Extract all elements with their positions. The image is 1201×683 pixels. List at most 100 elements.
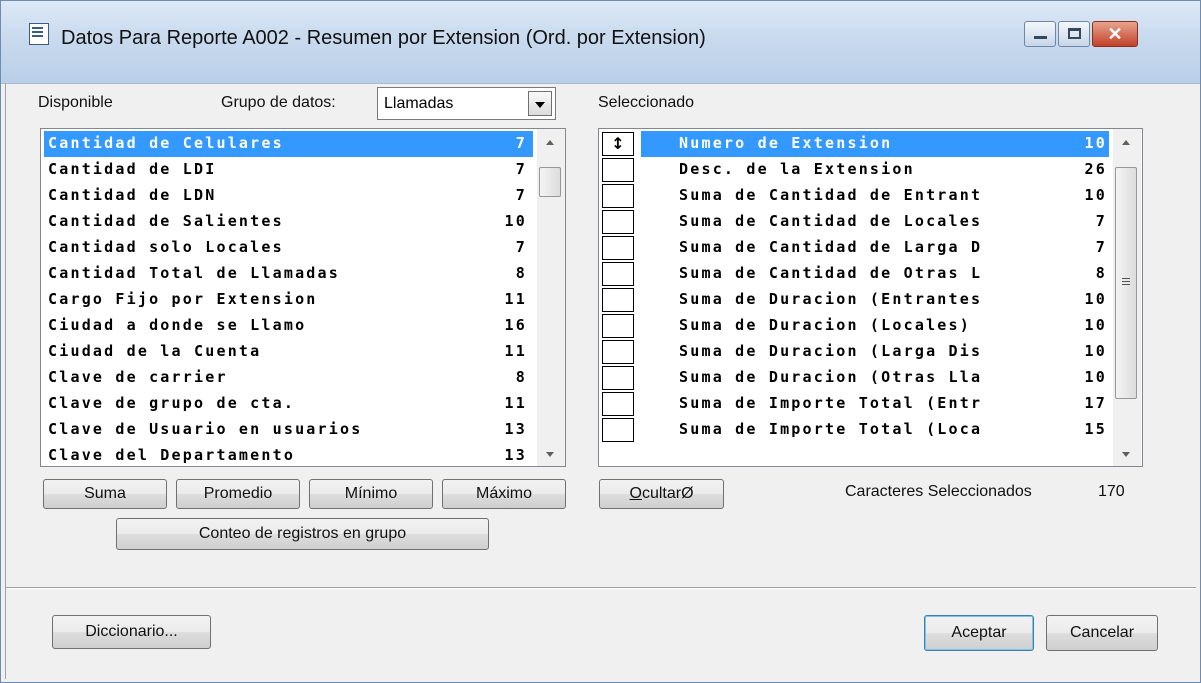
list-item[interactable]: Suma de Importe Total (Loca 15	[641, 417, 1109, 443]
scroll-thumb[interactable]	[1115, 167, 1137, 399]
field-size: 7	[1095, 238, 1107, 256]
list-item[interactable]: Suma de Cantidad de Larga D 7	[641, 235, 1109, 261]
field-name: Cantidad solo Locales	[48, 238, 284, 256]
list-item[interactable]: Desc. de la Extension 26	[641, 157, 1109, 183]
field-name: Numero de Extension	[679, 134, 893, 152]
field-name: Suma de Cantidad de Entrant	[679, 186, 983, 204]
field-name: Cantidad Total de Llamadas	[48, 264, 340, 282]
list-item[interactable]: Cantidad de Salientes 10	[44, 209, 533, 235]
list-item[interactable]: Numero de Extension 10	[641, 131, 1109, 157]
field-size: 7	[515, 238, 527, 256]
field-name: Suma de Duracion (Otras Lla	[679, 368, 983, 386]
scroll-down-icon[interactable]	[1113, 444, 1141, 464]
field-checkbox[interactable]	[602, 392, 634, 416]
scroll-up-icon[interactable]	[537, 131, 565, 151]
accept-button[interactable]: Aceptar	[924, 615, 1034, 651]
list-item[interactable]: Suma de Duracion (Otras Lla 10	[641, 365, 1109, 391]
field-size: 13	[504, 446, 527, 464]
field-name: Cantidad de Salientes	[48, 212, 284, 230]
field-name: Suma de Duracion (Locales)	[679, 316, 971, 334]
data-group-select[interactable]: Llamadas	[377, 87, 556, 120]
list-item[interactable]: Cantidad de LDN 7	[44, 183, 533, 209]
field-name: Suma de Duracion (Entrantes	[679, 290, 983, 308]
field-checkbox[interactable]	[602, 184, 634, 208]
scroll-thumb[interactable]	[539, 167, 561, 197]
hide-button[interactable]: OcultarØ	[599, 479, 724, 509]
field-name: Suma de Importe Total (Loca	[679, 420, 983, 438]
selected-label: Seleccionado	[598, 94, 695, 111]
field-name: Suma de Cantidad de Locales	[679, 212, 983, 230]
list-item[interactable]: Clave de carrier 8	[44, 365, 533, 391]
field-size: 8	[515, 264, 527, 282]
report-icon	[29, 23, 49, 45]
list-item[interactable]: Suma de Duracion (Entrantes 10	[641, 287, 1109, 313]
list-item[interactable]: Ciudad a donde se Llamo 16	[44, 313, 533, 339]
field-checkbox[interactable]	[602, 288, 634, 312]
field-size: 13	[504, 420, 527, 438]
frame-edge	[5, 83, 6, 679]
field-name: Cantidad de LDN	[48, 186, 217, 204]
field-name: Suma de Duracion (Larga Dis	[679, 342, 983, 360]
list-item[interactable]: Clave del Departamento 13	[44, 443, 533, 466]
field-size: 7	[515, 160, 527, 178]
count-records-button[interactable]: Conteo de registros en grupo	[116, 518, 489, 550]
selected-scrollbar[interactable]	[1113, 129, 1141, 466]
field-size: 10	[1084, 342, 1107, 360]
list-item[interactable]: Cargo Fijo por Extension 11	[44, 287, 533, 313]
maximize-button[interactable]	[1058, 21, 1090, 47]
dialog-window: Datos Para Reporte A002 - Resumen por Ex…	[0, 0, 1201, 683]
list-item[interactable]: Clave de Usuario en usuarios 13	[44, 417, 533, 443]
data-group-label: Grupo de datos:	[221, 94, 336, 111]
available-fields-list[interactable]: Cantidad de Celulares 7 Cantidad de LDI 7 Ca…	[40, 128, 566, 467]
scroll-up-icon[interactable]	[1113, 131, 1141, 151]
list-item[interactable]: Clave de grupo de cta. 11	[44, 391, 533, 417]
list-item[interactable]: Suma de Importe Total (Entr 17	[641, 391, 1109, 417]
average-button[interactable]: Promedio	[176, 479, 300, 509]
sort-order-icon[interactable]: ↕	[602, 132, 634, 156]
close-icon: ✕	[1107, 24, 1123, 44]
list-item[interactable]: Cantidad Total de Llamadas 8	[44, 261, 533, 287]
field-checkbox[interactable]	[602, 366, 634, 390]
chevron-down-icon[interactable]	[528, 91, 552, 116]
field-size: 11	[504, 342, 527, 360]
list-item[interactable]: Cantidad de LDI 7	[44, 157, 533, 183]
list-item[interactable]: Suma de Cantidad de Locales 7	[641, 209, 1109, 235]
field-checkbox[interactable]	[602, 340, 634, 364]
footer-separator	[6, 587, 1196, 589]
field-checkbox[interactable]	[602, 262, 634, 286]
selected-chars-label: Caracteres Seleccionados	[845, 483, 1032, 500]
cancel-button[interactable]: Cancelar	[1046, 615, 1158, 651]
field-name: Ciudad de la Cuenta	[48, 342, 262, 360]
list-item[interactable]: Ciudad de la Cuenta 11	[44, 339, 533, 365]
close-button[interactable]: ✕	[1092, 21, 1138, 47]
dictionary-button[interactable]: Diccionario...	[52, 615, 211, 649]
minimum-button[interactable]: Mínimo	[309, 479, 433, 509]
maximum-button[interactable]: Máximo	[442, 479, 566, 509]
list-item[interactable]: Suma de Duracion (Locales) 10	[641, 313, 1109, 339]
field-checkbox[interactable]	[602, 210, 634, 234]
title-bar[interactable]: Datos Para Reporte A002 - Resumen por Ex…	[1, 1, 1200, 84]
list-item[interactable]: Suma de Cantidad de Entrant 10	[641, 183, 1109, 209]
list-item[interactable]: Suma de Duracion (Larga Dis 10	[641, 339, 1109, 365]
list-item[interactable]: Cantidad solo Locales 7	[44, 235, 533, 261]
scroll-down-icon[interactable]	[537, 444, 565, 464]
available-scrollbar[interactable]	[537, 129, 565, 466]
field-size: 10	[1084, 186, 1107, 204]
field-size: 10	[1084, 316, 1107, 334]
field-checkbox[interactable]	[602, 418, 634, 442]
field-checkbox[interactable]	[602, 314, 634, 338]
window-title: Datos Para Reporte A002 - Resumen por Ex…	[61, 27, 706, 49]
field-checkbox[interactable]	[602, 236, 634, 260]
sum-button[interactable]: Suma	[43, 479, 167, 509]
field-name: Suma de Cantidad de Otras L	[679, 264, 983, 282]
field-size: 7	[1095, 212, 1107, 230]
selected-fields-list[interactable]: ↕ Numero de Extension 10 Desc. de la Extens…	[598, 128, 1143, 467]
field-checkbox[interactable]	[602, 158, 634, 182]
list-item[interactable]: Cantidad de Celulares 7	[44, 131, 533, 157]
available-label: Disponible	[38, 94, 113, 111]
field-size: 10	[1084, 290, 1107, 308]
field-name: Clave del Departamento	[48, 446, 296, 464]
minimize-button[interactable]	[1024, 21, 1056, 47]
list-item[interactable]: Suma de Cantidad de Otras L 8	[641, 261, 1109, 287]
data-group-value: Llamadas	[384, 95, 454, 112]
